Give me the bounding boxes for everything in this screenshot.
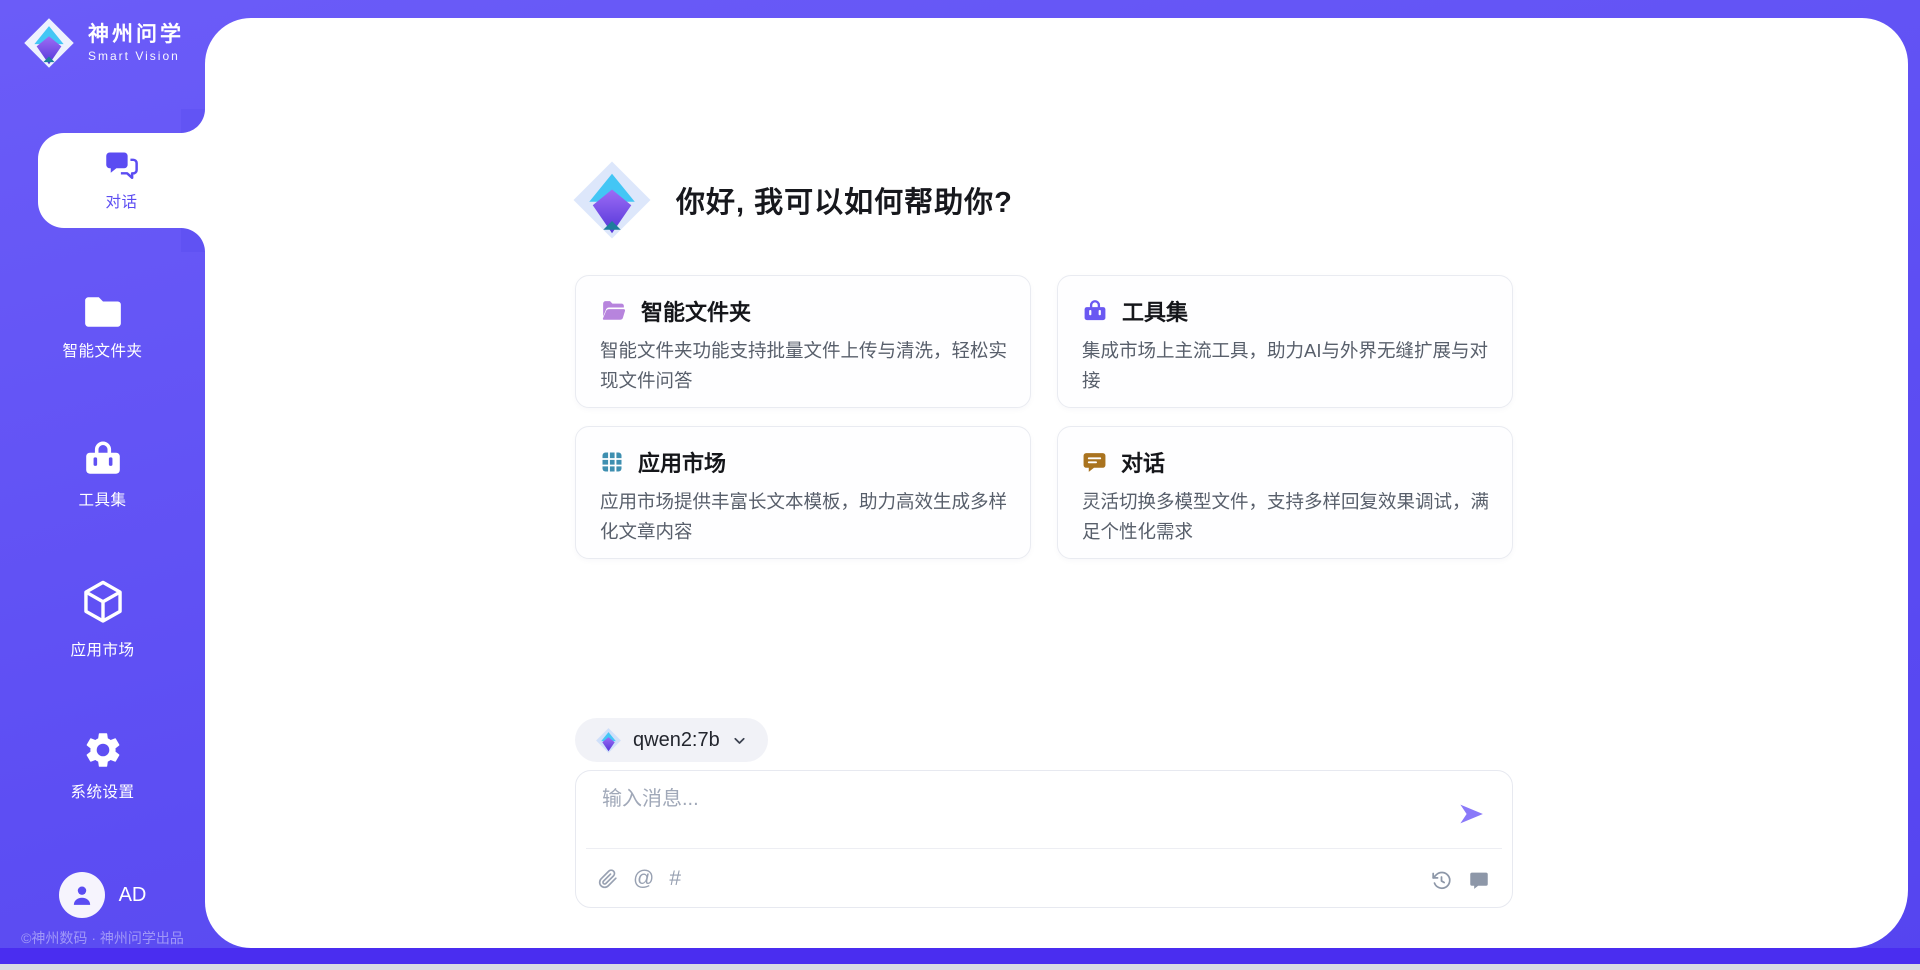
folder-icon — [82, 294, 124, 330]
card-chat[interactable]: 对话 灵活切换多模型文件，支持多样回复效果调试，满足个性化需求 — [1057, 426, 1513, 559]
bottom-edge-line — [0, 964, 1920, 970]
cube-icon — [80, 579, 126, 629]
sidebar-item-settings[interactable]: 系统设置 — [0, 729, 205, 802]
brand-subtitle: Smart Vision — [88, 49, 184, 63]
composer-divider — [586, 848, 1502, 849]
card-smart-folder[interactable]: 智能文件夹 智能文件夹功能支持批量文件上传与清洗，轻松实现文件问答 — [575, 275, 1031, 408]
sidebar-item-label: 对话 — [105, 190, 137, 212]
card-description: 集成市场上主流工具，助力AI与外界无缝扩展与对接 — [1082, 336, 1490, 396]
sidebar-item-label: 应用市场 — [70, 638, 134, 660]
card-title: 智能文件夹 — [641, 295, 751, 327]
brand-logo: 神州问学 Smart Vision — [22, 16, 184, 70]
diamond-logo-icon — [22, 16, 76, 70]
hash-icon[interactable]: # — [669, 868, 681, 890]
main-panel: 你好, 我可以如何帮助你? 智能文件夹 智能文件夹功能支持批量文件上传与清洗，轻… — [205, 18, 1908, 948]
tab-curve-bottom — [181, 228, 205, 252]
sidebar-item-folders[interactable]: 智能文件夹 — [0, 294, 205, 361]
app-window: 神州问学 Smart Vision 对话 智能文件夹 工具集 应用 — [0, 0, 1920, 970]
card-description: 应用市场提供丰富长文本模板，助力高效生成多样化文章内容 — [600, 487, 1008, 547]
sidebar-item-label: 工具集 — [78, 488, 126, 510]
folder-open-icon — [600, 299, 627, 323]
card-description: 智能文件夹功能支持批量文件上传与清洗，轻松实现文件问答 — [600, 336, 1008, 396]
card-title: 应用市场 — [638, 446, 726, 478]
user-name: AD — [119, 884, 147, 907]
sidebar-item-chat[interactable]: 对话 — [38, 133, 205, 228]
person-icon — [68, 881, 96, 909]
bottom-accent-bar — [0, 948, 1920, 964]
toolbox-icon — [82, 439, 124, 479]
chat-bubble-icon — [1082, 451, 1107, 474]
gear-icon — [82, 729, 124, 771]
composer-toolbar: @ # — [598, 868, 681, 890]
message-composer: @ # — [575, 770, 1513, 908]
chevron-down-icon — [731, 732, 748, 749]
at-icon[interactable]: @ — [633, 868, 654, 890]
model-selector[interactable]: qwen2:7b — [575, 718, 768, 762]
card-title: 对话 — [1121, 446, 1165, 478]
history-icon[interactable] — [1431, 870, 1452, 891]
copyright-footer: ©神州数码 · 神州问学出品 — [0, 928, 205, 948]
tab-curve-top — [181, 109, 205, 133]
card-title: 工具集 — [1122, 295, 1188, 327]
model-name: qwen2:7b — [633, 729, 720, 752]
sidebar-item-app-market[interactable]: 应用市场 — [0, 579, 205, 660]
avatar — [59, 872, 105, 918]
sidebar-item-label: 智能文件夹 — [62, 339, 142, 361]
send-arrow-icon[interactable] — [1456, 799, 1486, 829]
chat-bubbles-icon — [104, 149, 140, 183]
feature-cards: 智能文件夹 智能文件夹功能支持批量文件上传与清洗，轻松实现文件问答 工具集 集成… — [575, 275, 1513, 559]
message-input[interactable] — [600, 787, 1304, 812]
user-account[interactable]: AD — [0, 872, 205, 918]
message-icon[interactable] — [1468, 870, 1490, 891]
diamond-logo-icon — [595, 727, 622, 754]
grid-icon — [600, 450, 624, 474]
paperclip-icon[interactable] — [598, 868, 618, 890]
toolbox-icon — [1082, 299, 1108, 323]
greeting: 你好, 我可以如何帮助你? — [570, 158, 1013, 242]
brand-name: 神州问学 — [88, 23, 184, 47]
diamond-logo-icon — [570, 158, 654, 242]
card-app-market[interactable]: 应用市场 应用市场提供丰富长文本模板，助力高效生成多样化文章内容 — [575, 426, 1031, 559]
sidebar-item-label: 系统设置 — [70, 780, 134, 802]
card-toolset[interactable]: 工具集 集成市场上主流工具，助力AI与外界无缝扩展与对接 — [1057, 275, 1513, 408]
greeting-title: 你好, 我可以如何帮助你? — [676, 179, 1013, 221]
composer-right-icons — [1431, 870, 1490, 891]
card-description: 灵活切换多模型文件，支持多样回复效果调试，满足个性化需求 — [1082, 487, 1490, 547]
sidebar-item-tools[interactable]: 工具集 — [0, 439, 205, 510]
